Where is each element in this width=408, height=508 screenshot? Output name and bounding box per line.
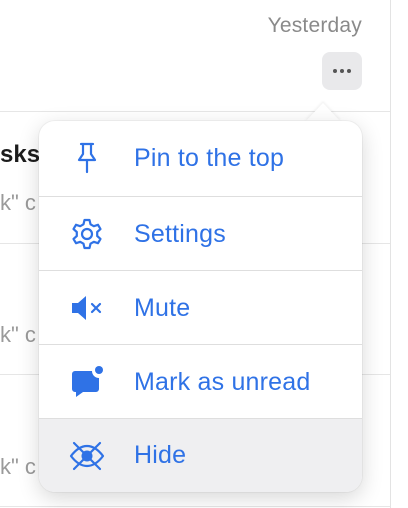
conversation-preview: k" c [0,190,36,215]
list-row-divider [0,506,390,507]
conversation-preview: k" c [0,322,36,347]
more-options-button[interactable] [322,52,362,90]
unread-message-icon [69,365,105,399]
menu-item-pin[interactable]: Pin to the top [39,121,362,195]
menu-item-label: Mute [134,293,191,322]
context-menu: Pin to the top Settings Mute Mark as unr… [39,121,362,492]
menu-item-hide[interactable]: Hide [39,419,362,492]
menu-item-settings[interactable]: Settings [39,197,362,271]
hide-icon [69,439,105,473]
conversation-date: Yesterday [267,14,362,37]
menu-item-label: Mark as unread [134,367,311,396]
pin-icon [69,141,105,175]
ellipsis-icon [333,69,351,73]
gear-icon [69,217,105,251]
conversation-preview: k" c [0,454,36,479]
menu-item-label: Hide [134,441,187,469]
menu-item-mute[interactable]: Mute [39,271,362,345]
chat-list-view: Yesterday sks k" c k" c k" c Pin to the … [0,0,408,508]
popover-arrow [305,103,341,122]
menu-item-label: Settings [134,219,226,248]
pane-divider [390,0,391,508]
mute-icon [69,291,105,325]
conversation-title: sks [0,141,41,168]
menu-item-label: Pin to the top [134,143,285,172]
menu-item-mark-unread[interactable]: Mark as unread [39,345,362,419]
